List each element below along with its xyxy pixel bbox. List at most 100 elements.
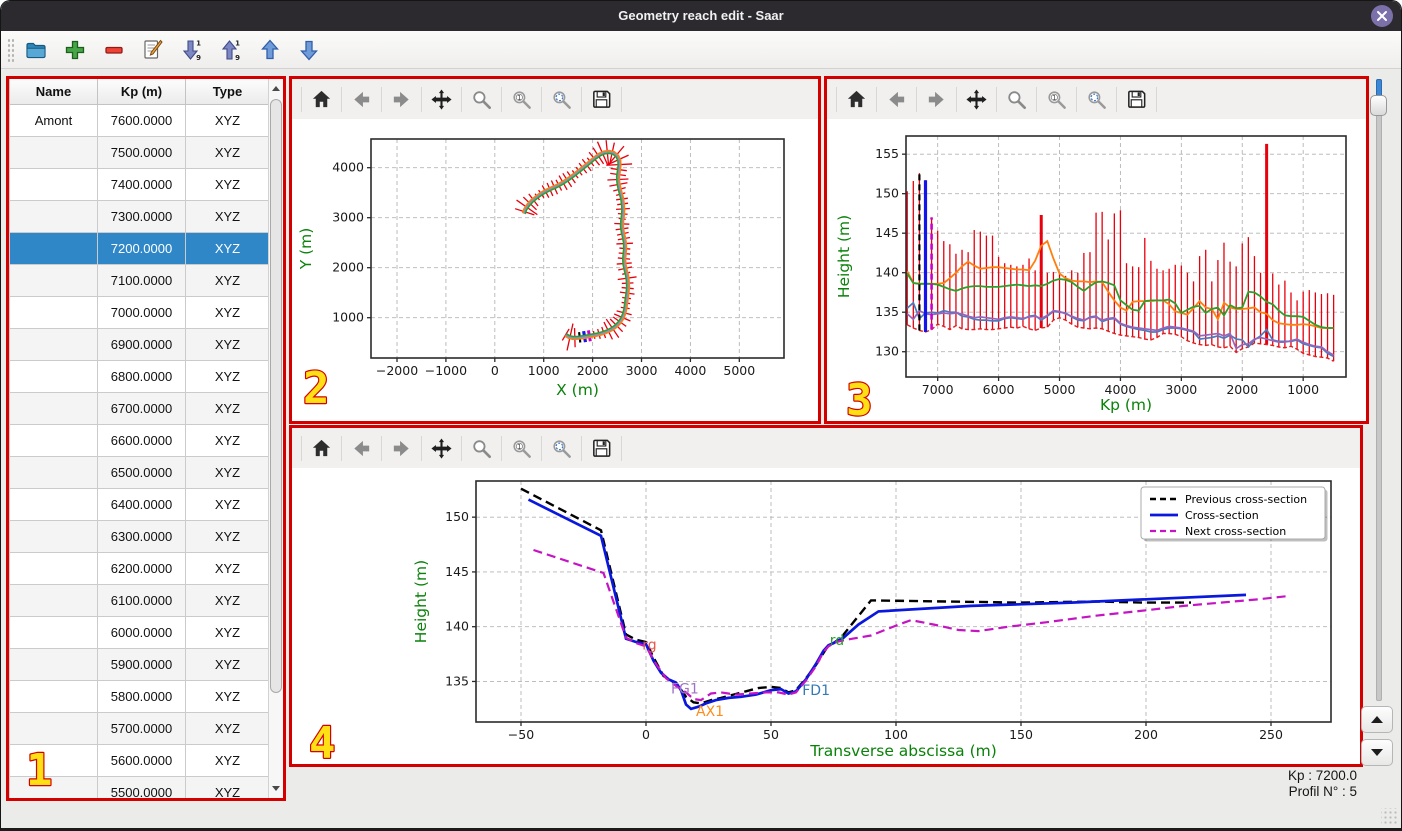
table-cell[interactable]: XYZ — [185, 168, 269, 201]
sort-ascending-button[interactable] — [214, 34, 248, 66]
table-cell[interactable]: 7600.0000 — [97, 104, 186, 137]
table-row[interactable]: 6600.0000 XYZ — [9, 424, 269, 457]
table-cell[interactable]: 5600.0000 — [97, 744, 186, 777]
table-cell[interactable]: 7400.0000 — [97, 168, 186, 201]
profile-up-button[interactable] — [1361, 706, 1393, 733]
table-cell[interactable]: XYZ — [185, 552, 269, 585]
table-cell[interactable]: XYZ — [185, 456, 269, 489]
table-row[interactable]: 6700.0000 XYZ — [9, 392, 269, 425]
table-row[interactable]: 7500.0000 XYZ — [9, 136, 269, 169]
table-cell[interactable]: XYZ — [185, 392, 269, 425]
table-cell[interactable]: XYZ — [185, 616, 269, 649]
table-cell[interactable]: XYZ — [185, 232, 269, 265]
table-cell[interactable]: 6500.0000 — [97, 456, 186, 489]
table-cell[interactable]: XYZ — [185, 296, 269, 329]
table-cell[interactable]: 7100.0000 — [97, 264, 186, 297]
column-header[interactable]: Kp (m) — [97, 79, 186, 105]
forward-button[interactable] — [385, 84, 418, 114]
home-button[interactable] — [305, 84, 338, 114]
table-cell[interactable]: XYZ — [185, 648, 269, 681]
table-row[interactable]: 5600.0000 XYZ — [9, 744, 269, 777]
zoom-button[interactable] — [465, 433, 498, 463]
table-cell[interactable]: XYZ — [185, 424, 269, 457]
home-button[interactable] — [305, 433, 338, 463]
sort-descending-button[interactable] — [175, 34, 209, 66]
close-button[interactable] — [1371, 5, 1393, 27]
table-row[interactable]: 7400.0000 XYZ — [9, 168, 269, 201]
table-cell[interactable] — [9, 776, 98, 798]
table-cell[interactable] — [9, 456, 98, 489]
table-cell[interactable] — [9, 264, 98, 297]
table-cell[interactable]: XYZ — [185, 488, 269, 521]
table-row[interactable]: 5500.0000 XYZ — [9, 776, 269, 798]
table-cell[interactable]: 6400.0000 — [97, 488, 186, 521]
table-row[interactable]: 5700.0000 XYZ — [9, 712, 269, 745]
table-cell[interactable]: XYZ — [185, 744, 269, 777]
slider-handle[interactable] — [1370, 95, 1387, 116]
table-cell[interactable] — [9, 424, 98, 457]
table-cell[interactable] — [9, 168, 98, 201]
table-row[interactable]: 6000.0000 XYZ — [9, 616, 269, 649]
table-cell[interactable] — [9, 136, 98, 169]
table-row[interactable]: Amont 7600.0000 XYZ — [9, 104, 269, 137]
table-cell[interactable]: XYZ — [185, 104, 269, 137]
table-scrollbar[interactable] — [268, 79, 283, 798]
cross-section-plot[interactable]: rg FG1 AX1 rd FD1 −50 0 50 100 150 200 250 135 140 145… — [292, 468, 1360, 764]
table-cell[interactable]: 7300.0000 — [97, 200, 186, 233]
table-cell[interactable]: 6600.0000 — [97, 424, 186, 457]
table-row[interactable]: 6900.0000 XYZ — [9, 328, 269, 361]
profile-down-button[interactable] — [1361, 739, 1393, 766]
table-cell[interactable]: 6100.0000 — [97, 584, 186, 617]
table-cell[interactable]: XYZ — [185, 584, 269, 617]
table-cell[interactable]: XYZ — [185, 520, 269, 553]
back-button[interactable] — [880, 84, 913, 114]
zoom-region-button[interactable] — [1080, 84, 1113, 114]
table-cell[interactable]: XYZ — [185, 680, 269, 713]
table-cell[interactable]: 6200.0000 — [97, 552, 186, 585]
table-cell[interactable] — [9, 200, 98, 233]
table-cell[interactable]: 7500.0000 — [97, 136, 186, 169]
table-row[interactable]: 7200.0000 XYZ — [9, 232, 269, 265]
table-cell[interactable] — [9, 360, 98, 393]
table-cell[interactable]: 6800.0000 — [97, 360, 186, 393]
toolbar-grip[interactable] — [7, 38, 14, 62]
save-figure-button[interactable] — [585, 433, 618, 463]
zoom-original-button[interactable] — [1040, 84, 1073, 114]
column-header[interactable]: Name — [9, 79, 98, 105]
table-cell[interactable] — [9, 616, 98, 649]
table-cell[interactable] — [9, 744, 98, 777]
table-cell[interactable]: XYZ — [185, 136, 269, 169]
table-cell[interactable]: 5500.0000 — [97, 776, 186, 798]
zoom-region-button[interactable] — [545, 84, 578, 114]
zoom-original-button[interactable] — [505, 84, 538, 114]
scroll-up-icon[interactable] — [272, 86, 280, 91]
table-cell[interactable] — [9, 392, 98, 425]
pan-button[interactable] — [960, 84, 993, 114]
table-row[interactable]: 6300.0000 XYZ — [9, 520, 269, 553]
table-cell[interactable]: XYZ — [185, 328, 269, 361]
table-cell[interactable] — [9, 584, 98, 617]
scrollbar-thumb[interactable] — [270, 99, 282, 693]
table-cell[interactable]: XYZ — [185, 264, 269, 297]
zoom-original-button[interactable] — [505, 433, 538, 463]
forward-button[interactable] — [385, 433, 418, 463]
table-row[interactable]: 7100.0000 XYZ — [9, 264, 269, 297]
table-row[interactable]: 6500.0000 XYZ — [9, 456, 269, 489]
home-button[interactable] — [840, 84, 873, 114]
move-profile-up-button[interactable] — [253, 34, 287, 66]
zoom-button[interactable] — [1000, 84, 1033, 114]
scroll-down-icon[interactable] — [272, 786, 280, 791]
table-cell[interactable]: 5800.0000 — [97, 680, 186, 713]
open-file-button[interactable] — [19, 34, 53, 66]
table-cell[interactable]: Amont — [9, 104, 98, 137]
table-row[interactable]: 5900.0000 XYZ — [9, 648, 269, 681]
table-row[interactable]: 7000.0000 XYZ — [9, 296, 269, 329]
longitudinal-plot[interactable]: 7000 6000 5000 4000 3000 2000 1000 130 135 140 145… — [827, 119, 1366, 421]
table-cell[interactable]: XYZ — [185, 776, 269, 798]
table-cell[interactable]: XYZ — [185, 200, 269, 233]
profile-slider[interactable] — [1370, 79, 1387, 701]
table-cell[interactable] — [9, 232, 98, 265]
table-cell[interactable]: 6700.0000 — [97, 392, 186, 425]
table-cell[interactable] — [9, 648, 98, 681]
table-cell[interactable]: 5900.0000 — [97, 648, 186, 681]
